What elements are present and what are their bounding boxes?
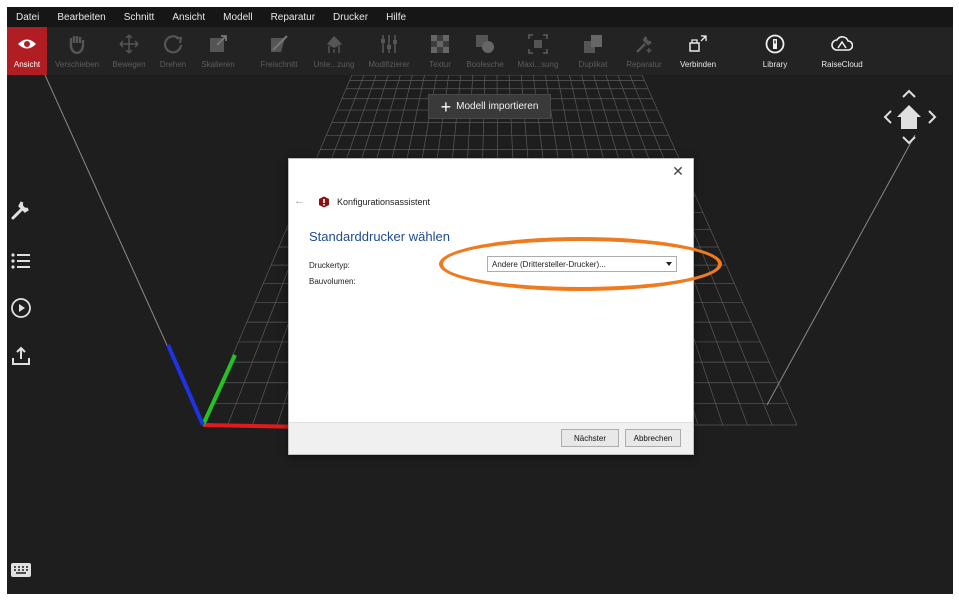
z-axis xyxy=(166,344,205,426)
camera-nav-control xyxy=(875,83,945,153)
repair-icon xyxy=(633,33,655,55)
list-icon[interactable] xyxy=(10,250,32,272)
tool-label: Verbinden xyxy=(679,60,717,69)
menu-reparatur[interactable]: Reparatur xyxy=(262,12,324,23)
duplicate-icon xyxy=(582,33,604,55)
import-model-button[interactable]: + Modell importieren xyxy=(428,94,551,119)
tool-label: Verschieben xyxy=(54,60,100,69)
tool-label: Reparatur xyxy=(626,60,662,69)
tool-label: Textur xyxy=(429,60,451,69)
dialog-title: Konfigurationsassistent xyxy=(337,197,431,207)
menu-modell[interactable]: Modell xyxy=(214,12,261,23)
tool-label: Freischnitt xyxy=(260,60,298,69)
menu-datei[interactable]: Datei xyxy=(7,12,48,23)
build-volume-label: Bauvolumen: xyxy=(309,277,356,286)
tool-label: Unte...zung xyxy=(313,60,355,69)
tool-reparatur[interactable]: Reparatur xyxy=(621,27,667,75)
modifier-icon xyxy=(378,33,400,55)
tool-verbinden[interactable]: Verbinden xyxy=(675,27,721,75)
back-arrow-icon[interactable]: ← xyxy=(294,195,305,207)
menu-schnitt[interactable]: Schnitt xyxy=(115,12,164,23)
cut-icon xyxy=(268,33,290,55)
tool-label: Ansicht xyxy=(13,60,41,69)
boolean-icon xyxy=(474,33,496,55)
rotate-icon xyxy=(162,33,184,55)
import-model-label: Modell importieren xyxy=(456,101,539,112)
tool-ansicht[interactable]: Ansicht xyxy=(7,27,47,75)
app-logo-icon xyxy=(318,195,330,208)
chevron-left-icon xyxy=(883,110,892,124)
menubar: Datei Bearbeiten Schnitt Ansicht Modell … xyxy=(7,7,953,27)
toolbar: Ansicht Verschieben Bewegen Drehen Skali… xyxy=(7,27,953,75)
chevron-down-icon xyxy=(902,136,916,145)
keyboard-icon[interactable] xyxy=(10,562,32,578)
cancel-button[interactable]: Abbrechen xyxy=(625,429,681,447)
tool-label: Drehen xyxy=(159,60,187,69)
hand-icon xyxy=(66,33,88,55)
tool-label: Modifizierer xyxy=(368,60,410,69)
close-button[interactable]: ✕ xyxy=(671,164,685,178)
scale-icon xyxy=(207,33,229,55)
tool-label: Library xyxy=(762,60,788,69)
caret-down-icon xyxy=(666,262,672,266)
tool-boolesche[interactable]: Boolesche xyxy=(461,27,509,75)
wrench-icon[interactable] xyxy=(10,199,32,221)
tool-skalieren[interactable]: Skalieren xyxy=(195,27,241,75)
tool-bewegen[interactable]: Bewegen xyxy=(107,27,151,75)
printer-type-select[interactable]: Andere (Drittersteller-Drucker)... xyxy=(487,256,677,272)
play-icon[interactable] xyxy=(10,297,32,319)
frame-line-right xyxy=(766,134,916,406)
config-wizard-dialog: ✕ ← Konfigurationsassistent Standarddruc… xyxy=(288,158,694,455)
tool-label: Skalieren xyxy=(201,60,235,69)
dialog-heading: Standarddrucker wählen xyxy=(309,229,450,244)
tool-freischnitt[interactable]: Freischnitt xyxy=(253,27,305,75)
tool-label: Maxi...sung xyxy=(517,60,559,69)
menu-bearbeiten[interactable]: Bearbeiten xyxy=(48,12,114,23)
next-button[interactable]: Nächster xyxy=(561,429,619,447)
home-icon xyxy=(897,105,921,129)
printer-type-value: Andere (Drittersteller-Drucker)... xyxy=(492,259,606,269)
library-icon xyxy=(764,33,786,55)
support-icon xyxy=(323,33,345,55)
tool-drehen[interactable]: Drehen xyxy=(153,27,193,75)
eye-icon xyxy=(16,33,38,55)
plus-icon: + xyxy=(440,96,452,117)
connect-icon xyxy=(687,33,709,55)
move-icon xyxy=(118,33,140,55)
tool-duplikat[interactable]: Duplikat xyxy=(573,27,613,75)
menu-drucker[interactable]: Drucker xyxy=(324,12,377,23)
menu-ansicht[interactable]: Ansicht xyxy=(163,12,214,23)
tool-maximierung[interactable]: Maxi...sung xyxy=(513,27,563,75)
tool-label: Bewegen xyxy=(112,60,146,69)
maximize-icon xyxy=(527,33,549,55)
menu-hilfe[interactable]: Hilfe xyxy=(377,12,415,23)
upload-icon[interactable] xyxy=(10,345,32,367)
tool-textur[interactable]: Textur xyxy=(421,27,459,75)
tool-modifizierer[interactable]: Modifizierer xyxy=(361,27,417,75)
chevron-up-icon xyxy=(902,89,916,98)
chevron-right-icon xyxy=(928,110,937,124)
tool-label: Boolesche xyxy=(466,60,504,69)
tool-verschieben[interactable]: Verschieben xyxy=(49,27,105,75)
y-axis xyxy=(201,354,237,426)
app-window: Datei Bearbeiten Schnitt Ansicht Modell … xyxy=(7,7,953,594)
dialog-footer: Nächster Abbrechen xyxy=(289,422,693,454)
tool-label: Duplikat xyxy=(578,60,608,69)
tool-label: RaiseCloud xyxy=(821,60,863,69)
printer-type-label: Druckertyp: xyxy=(309,261,350,270)
tool-unterstuetzung[interactable]: Unte...zung xyxy=(307,27,361,75)
cloud-icon xyxy=(831,33,853,55)
tool-library[interactable]: Library xyxy=(753,27,797,75)
texture-icon xyxy=(429,33,451,55)
tool-raisecloud[interactable]: RaiseCloud xyxy=(815,27,869,75)
